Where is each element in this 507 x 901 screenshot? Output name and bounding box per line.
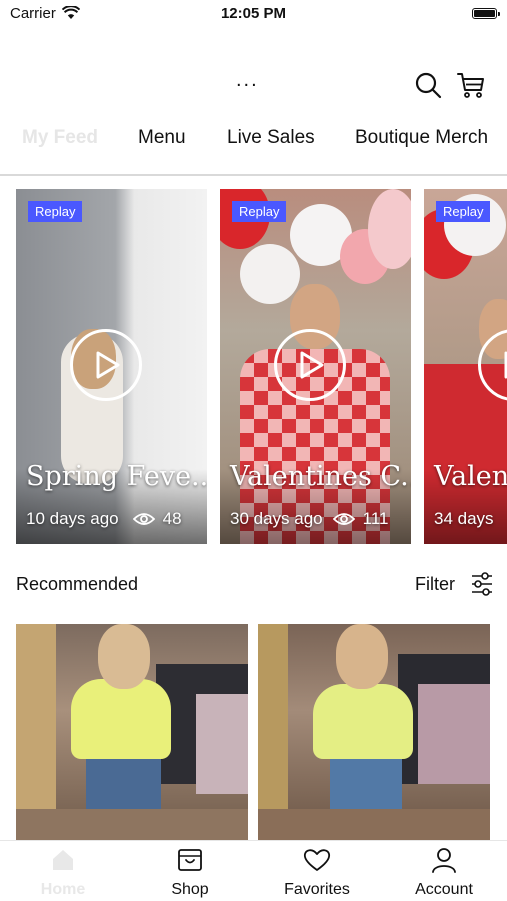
nav-account[interactable]: Account <box>381 841 507 901</box>
eye-icon <box>132 513 155 525</box>
product-card[interactable] <box>258 624 490 840</box>
tab-live-sales[interactable]: Live Sales <box>227 127 315 149</box>
card-title: Spring Feve... <box>26 461 207 492</box>
nav-home[interactable]: Home <box>0 841 126 901</box>
card-posted: 10 days ago <box>26 509 119 528</box>
card-views: 48 <box>162 509 182 528</box>
card-views: 111 <box>362 509 389 528</box>
more-button[interactable]: ... <box>236 70 259 90</box>
status-bar: Carrier 12:05 PM <box>0 0 507 30</box>
tabs-divider <box>0 174 507 176</box>
replay-card[interactable]: Replay Spring Feve... 10 days ago 48 <box>16 189 207 544</box>
filter-button[interactable]: Filter <box>415 574 455 595</box>
product-image <box>16 624 248 840</box>
card-meta: 34 days <box>434 509 494 529</box>
product-image <box>258 624 490 840</box>
card-title: Valent <box>434 461 507 492</box>
replay-badge: Replay <box>28 201 83 222</box>
card-meta: 10 days ago 48 <box>26 509 182 529</box>
tab-boutique-merch[interactable]: Boutique Merch <box>355 127 488 149</box>
shop-icon <box>178 849 202 871</box>
status-time: 12:05 PM <box>220 5 287 22</box>
tab-my-feed[interactable]: My Feed <box>22 127 98 149</box>
home-icon <box>53 850 73 870</box>
eye-icon <box>332 513 355 525</box>
card-meta: 30 days ago 111 <box>230 509 388 529</box>
search-icon[interactable] <box>414 71 442 99</box>
nav-label: Home <box>40 881 86 898</box>
replay-card[interactable]: Replay Valentines C... 30 days ago 111 <box>220 189 411 544</box>
tab-menu[interactable]: Menu <box>138 127 186 149</box>
battery-icon <box>472 8 500 19</box>
play-icon <box>300 351 324 379</box>
play-icon <box>96 351 120 379</box>
header: ... <box>0 60 507 110</box>
card-posted: 34 days <box>434 509 494 528</box>
section-title: Recommended <box>16 574 139 594</box>
play-button[interactable] <box>70 329 142 401</box>
play-button[interactable] <box>274 329 346 401</box>
nav-label: Favorites <box>284 881 350 898</box>
bottom-nav: Home Shop Favorites Account <box>0 840 507 900</box>
nav-favorites[interactable]: Favorites <box>254 841 380 901</box>
play-icon <box>504 351 507 379</box>
replay-badge: Replay <box>436 201 491 222</box>
sliders-icon[interactable] <box>470 571 494 597</box>
nav-shop[interactable]: Shop <box>127 841 253 901</box>
nav-label: Account <box>415 881 473 898</box>
recommended-header: Recommended Filter <box>0 570 507 600</box>
card-title: Valentines C... <box>230 461 411 492</box>
person-icon <box>432 848 456 873</box>
product-card[interactable] <box>16 624 248 840</box>
nav-label: Shop <box>171 881 209 898</box>
card-posted: 30 days ago <box>230 509 323 528</box>
heart-icon <box>303 849 331 871</box>
tab-bar: My Feed Menu Live Sales Boutique Merch <box>0 118 507 158</box>
replay-card[interactable]: Replay Valent 34 days <box>424 189 507 544</box>
replay-badge: Replay <box>232 201 287 222</box>
cart-icon[interactable] <box>457 71 485 99</box>
